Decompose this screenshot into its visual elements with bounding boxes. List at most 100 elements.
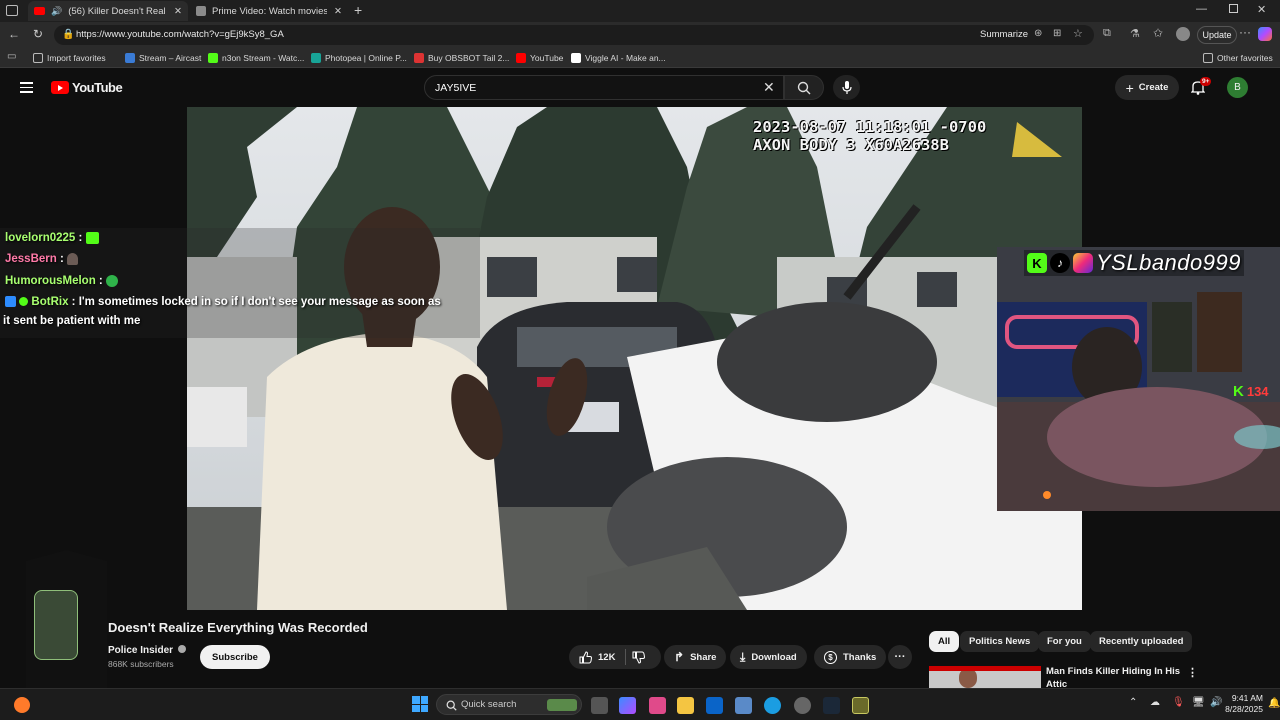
minimize-icon[interactable]: — <box>1196 3 1207 15</box>
download-button[interactable]: ⤓ Download <box>730 645 807 669</box>
account-avatar[interactable]: B <box>1227 77 1248 98</box>
tab-prime-video[interactable]: Prime Video: Watch movies, TV sh ✕ <box>190 1 348 21</box>
sidebar-toggle-icon[interactable]: ▭ <box>7 51 16 62</box>
close-tab-icon[interactable]: ✕ <box>174 6 182 17</box>
tab-label: (56) Killer Doesn't Realize Ev <box>68 5 166 17</box>
task-view-icon[interactable] <box>591 697 608 714</box>
steam-icon[interactable] <box>823 697 840 714</box>
bookmark-label: Import favorites <box>47 53 106 63</box>
obs-icon[interactable] <box>794 697 811 714</box>
search-icon <box>446 700 457 711</box>
chip-recently-uploaded[interactable]: Recently uploaded <box>1090 631 1193 652</box>
close-window-icon[interactable]: ✕ <box>1257 3 1266 16</box>
like-button[interactable]: 12K <box>579 650 615 664</box>
photos-icon[interactable] <box>735 697 752 714</box>
bookmarks-bar: ▭ Import favorites Stream – Aircast n3on… <box>0 48 1280 68</box>
copilot-taskbar-icon[interactable] <box>619 697 636 714</box>
url-field[interactable]: 🔒 https://www.youtube.com/watch?v=gEj9kS… <box>54 25 1094 45</box>
edge-icon[interactable] <box>764 697 781 714</box>
search-input[interactable]: JAY5IVE ✕ <box>424 75 784 100</box>
summarize-button[interactable]: Summarize <box>980 29 1028 40</box>
youtube-logo[interactable]: YouTube <box>51 80 123 95</box>
chip-politics-news[interactable]: Politics News <box>960 631 1040 652</box>
copilot-icon[interactable] <box>1258 27 1272 41</box>
video-player[interactable]: 2023-08-07 11:18:01 -0700 AXON BODY 3 X6… <box>187 107 1082 610</box>
streamer-social-tag: K ♪ YSLbando999 <box>1024 250 1244 276</box>
chat-message-continued: it sent be patient with me <box>3 315 141 327</box>
bookmark-youtube[interactable]: YouTube <box>516 51 563 65</box>
viewer-count-value: 134 <box>1246 384 1269 399</box>
bookmark-label: Stream – Aircast <box>139 53 202 63</box>
dislike-button[interactable] <box>632 651 646 664</box>
recommended-more-icon[interactable]: ⋮ <box>1187 666 1198 679</box>
webcam-feed <box>997 247 1280 511</box>
maximize-icon[interactable] <box>1229 4 1238 13</box>
search-button[interactable] <box>784 75 824 100</box>
clear-search-icon[interactable]: ✕ <box>763 79 775 96</box>
bookmark-obsbot[interactable]: Buy OBSBOT Tail 2... <box>414 51 509 65</box>
tiktok-logo-icon: ♪ <box>1050 253 1070 273</box>
lock-icon: 🔒 <box>62 29 75 40</box>
outlook-icon[interactable] <box>706 697 723 714</box>
share-button[interactable]: ↱ Share <box>664 645 727 669</box>
bookmark-viggle[interactable]: Viggle AI - Make an... <box>571 51 666 65</box>
taskbar-search[interactable]: Quick search <box>436 694 582 715</box>
bookmark-aircast[interactable]: Stream – Aircast <box>125 51 201 65</box>
microphone-icon[interactable]: 🎙 <box>1172 697 1185 708</box>
clock[interactable]: 9:41 AM 8/28/2025 <box>1225 693 1263 715</box>
verified-badge-icon <box>19 297 29 307</box>
apps-icon[interactable]: ⊞ <box>1053 28 1061 39</box>
subscribe-button[interactable]: Subscribe <box>200 645 270 669</box>
app-icon[interactable] <box>852 697 869 714</box>
bookmark-import-favorites[interactable]: Import favorites <box>33 51 106 65</box>
chip-all[interactable]: All <box>929 631 960 652</box>
reader-icon[interactable]: ⊛ <box>1034 28 1042 39</box>
profile-avatar[interactable] <box>1176 27 1190 41</box>
bookmark-photopea[interactable]: Photopea | Online P... <box>311 51 407 65</box>
network-icon[interactable]: 🖥 <box>1192 697 1205 708</box>
search-highlight-icon <box>547 699 577 711</box>
create-button[interactable]: + Create <box>1115 75 1179 100</box>
widgets-icon[interactable] <box>649 697 666 714</box>
close-tab-icon[interactable]: ✕ <box>334 6 342 17</box>
notifications-button[interactable]: 9+ <box>1191 77 1212 95</box>
thumbnail-banner <box>929 666 1041 671</box>
bookmark-label: Other favorites <box>1217 53 1273 63</box>
thanks-button[interactable]: $ Thanks <box>814 645 887 669</box>
new-tab-icon[interactable]: + <box>354 2 362 18</box>
more-menu-icon[interactable]: ··· <box>1239 25 1251 39</box>
start-button[interactable] <box>412 696 428 712</box>
microphone-icon <box>841 81 852 94</box>
kick-viewers-icon: K <box>1233 383 1244 400</box>
folder-icon <box>1203 53 1213 63</box>
split-screen-icon[interactable]: ⚗ <box>1130 27 1140 40</box>
tab-actions-icon[interactable] <box>6 5 18 16</box>
menu-icon[interactable] <box>20 82 33 93</box>
chat-message: JessBern : <box>5 253 79 265</box>
favorite-star-icon[interactable]: ☆ <box>1073 27 1083 40</box>
back-icon[interactable]: ← <box>8 27 20 41</box>
recommended-title[interactable]: Man Finds Killer Hiding In His Attic <box>1046 665 1181 688</box>
voice-search-button[interactable] <box>833 75 860 100</box>
notification-center-icon[interactable]: 🔔 <box>1268 698 1280 709</box>
more-actions-icon[interactable]: ··· <box>888 645 912 669</box>
tab-youtube[interactable]: 🔊 (56) Killer Doesn't Realize Ev ✕ <box>28 1 188 21</box>
weather-widget-icon[interactable] <box>14 697 30 713</box>
favorites-icon[interactable]: ✩ <box>1153 26 1163 40</box>
super-thanks-icon: $ <box>824 650 837 664</box>
cloud-icon[interactable]: ☁ <box>1150 697 1160 708</box>
refresh-icon[interactable]: ↻ <box>33 27 43 41</box>
speaker-icon[interactable]: 🔊 <box>51 6 62 17</box>
extensions-icon[interactable]: ⧉ <box>1103 27 1111 40</box>
volume-icon[interactable]: 🔊 <box>1210 697 1222 708</box>
bookmark-n3on[interactable]: n3on Stream - Watc... <box>208 51 304 65</box>
show-hidden-icons[interactable]: ⌃ <box>1129 697 1137 708</box>
import-icon <box>33 53 43 63</box>
channel-name[interactable]: Police Insider <box>108 645 186 656</box>
chat-text: I'm sometimes locked in so if I don't se… <box>78 296 441 308</box>
recommended-thumbnail[interactable] <box>929 666 1041 688</box>
other-favorites[interactable]: Other favorites <box>1203 51 1273 65</box>
update-button[interactable]: Update <box>1197 26 1237 44</box>
chip-for-you[interactable]: For you <box>1038 631 1091 652</box>
file-explorer-icon[interactable] <box>677 697 694 714</box>
